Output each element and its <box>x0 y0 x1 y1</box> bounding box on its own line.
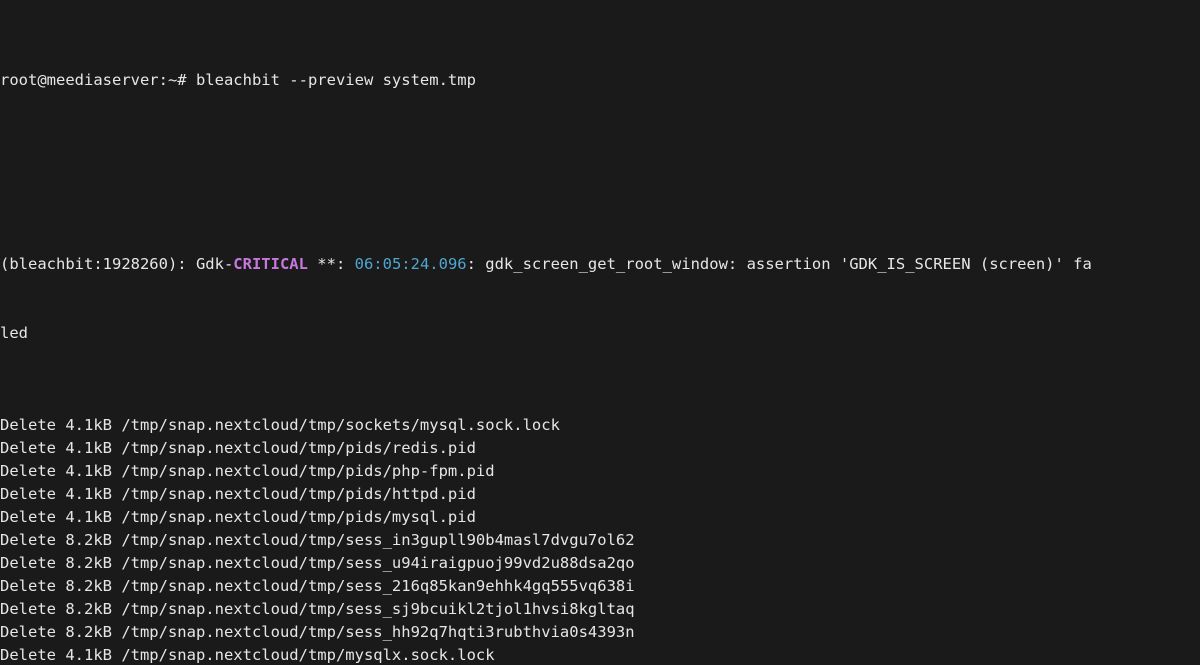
delete-entry: Delete 4.1kB /tmp/snap.nextcloud/tmp/pid… <box>0 483 1200 506</box>
delete-entry: Delete 4.1kB /tmp/snap.nextcloud/tmp/mys… <box>0 644 1200 665</box>
warning-timestamp: 06:05:24.096 <box>355 255 467 273</box>
warning-prefix: (bleachbit:1928260): Gdk- <box>0 255 233 273</box>
delete-entry: Delete 4.1kB /tmp/snap.nextcloud/tmp/pid… <box>0 506 1200 529</box>
delete-entry: Delete 4.1kB /tmp/snap.nextcloud/tmp/soc… <box>0 414 1200 437</box>
delete-entry: Delete 8.2kB /tmp/snap.nextcloud/tmp/ses… <box>0 621 1200 644</box>
delete-list: Delete 4.1kB /tmp/snap.nextcloud/tmp/soc… <box>0 414 1200 665</box>
warning-stars: **: <box>308 255 355 273</box>
shell-prompt: root@meediaserver:~# <box>0 71 196 89</box>
command-text: bleachbit --preview system.tmp <box>196 71 476 89</box>
delete-entry: Delete 8.2kB /tmp/snap.nextcloud/tmp/ses… <box>0 575 1200 598</box>
delete-entry: Delete 4.1kB /tmp/snap.nextcloud/tmp/pid… <box>0 460 1200 483</box>
warning-line: (bleachbit:1928260): Gdk-CRITICAL **: 06… <box>0 253 1200 276</box>
terminal-output[interactable]: root@meediaserver:~# bleachbit --preview… <box>0 0 1200 665</box>
delete-entry: Delete 8.2kB /tmp/snap.nextcloud/tmp/ses… <box>0 552 1200 575</box>
critical-label: CRITICAL <box>233 255 308 273</box>
warning-line-tail: led <box>0 322 1200 345</box>
delete-entry: Delete 4.1kB /tmp/snap.nextcloud/tmp/pid… <box>0 437 1200 460</box>
delete-entry: Delete 8.2kB /tmp/snap.nextcloud/tmp/ses… <box>0 529 1200 552</box>
delete-entry: Delete 8.2kB /tmp/snap.nextcloud/tmp/ses… <box>0 598 1200 621</box>
warning-rest: : gdk_screen_get_root_window: assertion … <box>467 255 1092 273</box>
prompt-line: root@meediaserver:~# bleachbit --preview… <box>0 69 1200 92</box>
blank-line <box>0 161 1200 184</box>
